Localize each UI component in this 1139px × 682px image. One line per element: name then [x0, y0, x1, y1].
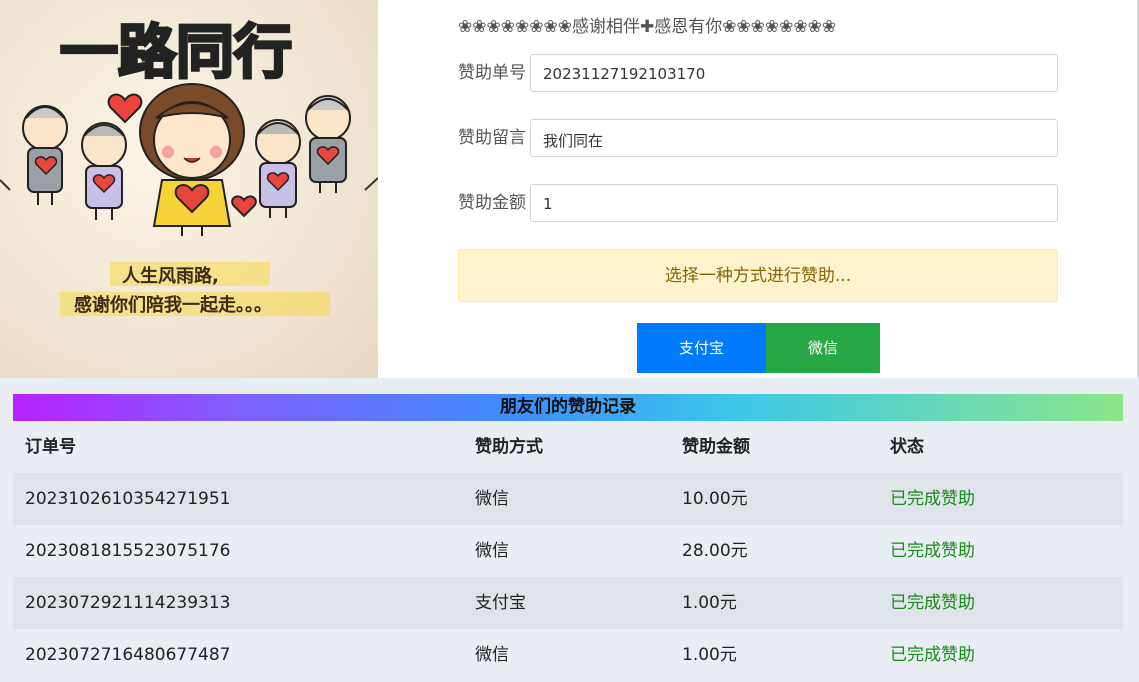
row-status: 已完成赞助: [890, 489, 975, 509]
header-status: 状态: [890, 437, 924, 457]
row-status: 已完成赞助: [890, 593, 975, 613]
order-number-label: 赞助单号: [458, 63, 526, 83]
order-number-field[interactable]: 20231127192103170: [530, 54, 1058, 92]
header-method: 赞助方式: [475, 437, 543, 457]
poster-caption-2: 感谢你们陪我一起走。。。: [74, 294, 272, 316]
alipay-button[interactable]: 支付宝: [637, 323, 766, 373]
row-method: 微信: [475, 645, 509, 665]
row-status: 已完成赞助: [890, 541, 975, 561]
table-row: 2023072716480677487 微信 1.00元 已完成赞助: [13, 629, 1123, 681]
poster-illustration: 一路同行 人生风雨路, 感谢你们陪我一起走。。。: [0, 17, 378, 316]
payment-method-notice: 选择一种方式进行赞助...: [458, 249, 1058, 302]
row-order-number: 2023072716480677487: [25, 645, 231, 665]
amount-label: 赞助金额: [458, 193, 526, 213]
message-label: 赞助留言: [458, 128, 526, 148]
row-method: 微信: [475, 541, 509, 561]
top-section: 一路同行 人生风雨路, 感谢你们陪我一起走。。。 ❀❀❀❀❀❀❀❀感谢相伴✚感恩…: [0, 0, 1139, 378]
header-order-number: 订单号: [25, 437, 76, 457]
thanks-header: ❀❀❀❀❀❀❀❀感谢相伴✚感恩有你❀❀❀❀❀❀❀❀: [458, 17, 837, 37]
row-amount: 28.00元: [682, 541, 748, 561]
wechat-button[interactable]: 微信: [766, 323, 880, 373]
row-amount: 10.00元: [682, 489, 748, 509]
table-header: 订单号 赞助方式 赞助金额 状态: [13, 421, 1123, 473]
amount-field[interactable]: 1: [530, 184, 1058, 222]
message-field[interactable]: 我们同在: [530, 119, 1058, 157]
row-method: 微信: [475, 489, 509, 509]
row-order-number: 2023081815523075176: [25, 541, 231, 561]
sponsor-poster-image: 一路同行 人生风雨路, 感谢你们陪我一起走。。。: [0, 0, 378, 378]
header-amount: 赞助金额: [682, 437, 750, 457]
row-method: 支付宝: [475, 593, 526, 613]
table-row: 2023072921114239313 支付宝 1.00元 已完成赞助: [13, 577, 1123, 629]
row-amount: 1.00元: [682, 593, 737, 613]
row-order-number: 2023102610354271951: [25, 489, 231, 509]
row-order-number: 2023072921114239313: [25, 593, 231, 613]
poster-caption-1: 人生风雨路,: [122, 265, 219, 287]
records-title: 朋友们的赞助记录: [13, 394, 1123, 421]
amount-row: 赞助金额 1: [458, 184, 1058, 222]
table-row: 2023102610354271951 微信 10.00元 已完成赞助: [13, 473, 1123, 525]
row-amount: 1.00元: [682, 645, 737, 665]
records-table: 订单号 赞助方式 赞助金额 状态 2023102610354271951 微信 …: [13, 421, 1123, 681]
records-section: 朋友们的赞助记录 订单号 赞助方式 赞助金额 状态 20231026103542…: [0, 378, 1139, 682]
table-row: 2023081815523075176 微信 28.00元 已完成赞助: [13, 525, 1123, 577]
order-number-row: 赞助单号 20231127192103170: [458, 54, 1058, 92]
message-row: 赞助留言 我们同在: [458, 119, 1058, 157]
poster-title: 一路同行: [60, 18, 292, 86]
row-status: 已完成赞助: [890, 645, 975, 665]
